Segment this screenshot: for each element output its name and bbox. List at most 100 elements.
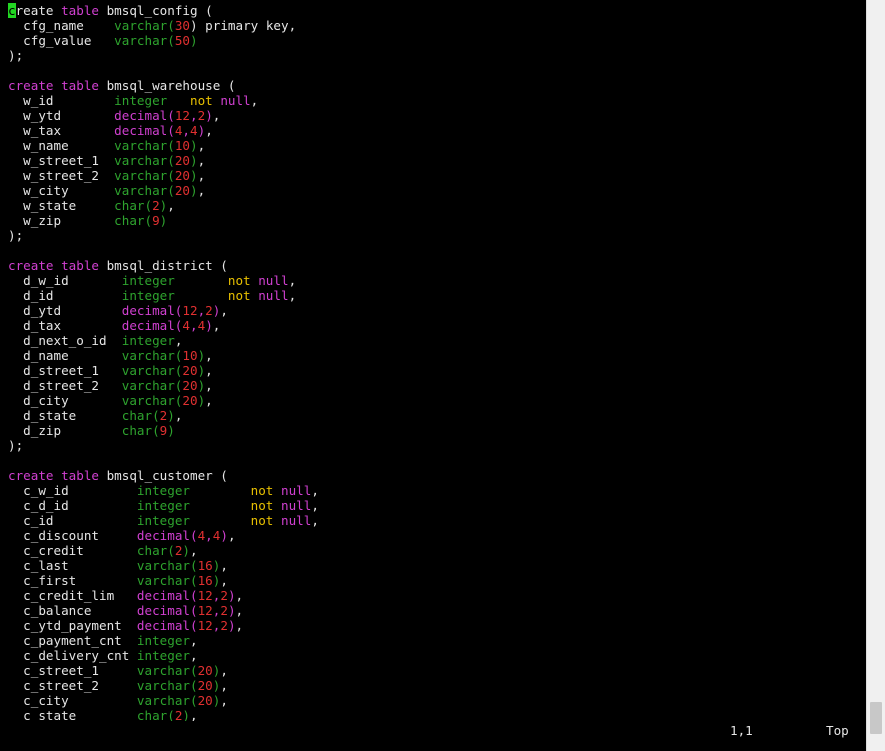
code-token: ) — [159, 213, 168, 228]
code-token: c_d_id — [8, 498, 137, 513]
code-token: reate — [15, 3, 62, 18]
code-line[interactable]: c_last varchar(16), — [8, 558, 864, 573]
code-line[interactable]: d_next_o_id integer, — [8, 333, 864, 348]
code-line[interactable]: ); — [8, 228, 864, 243]
code-line[interactable]: w_zip char(9) — [8, 213, 864, 228]
code-token: varchar( — [121, 393, 183, 408]
code-line[interactable]: d_street_2 varchar(20), — [8, 378, 864, 393]
code-line[interactable]: c_balance decimal(12,2), — [8, 603, 864, 618]
code-token: 12 — [197, 603, 213, 618]
code-line[interactable]: w_name varchar(10), — [8, 138, 864, 153]
code-line[interactable]: c_street_1 varchar(20), — [8, 663, 864, 678]
code-token: decimal( — [114, 108, 175, 123]
code-line[interactable]: c_state char(2), — [8, 708, 864, 721]
code-token: integer — [136, 483, 190, 498]
code-line[interactable]: w_tax decimal(4,4), — [8, 123, 864, 138]
code-token: d_w_id — [8, 273, 122, 288]
code-line[interactable]: c_first varchar(16), — [8, 573, 864, 588]
code-line[interactable]: d_zip char(9) — [8, 423, 864, 438]
code-line[interactable]: d_street_1 varchar(20), — [8, 363, 864, 378]
code-token: , — [220, 678, 228, 693]
code-token: , — [205, 363, 213, 378]
code-token: bmsql_config ( — [106, 3, 213, 18]
code-line[interactable]: c_credit char(2), — [8, 543, 864, 558]
code-line[interactable]: w_state char(2), — [8, 198, 864, 213]
code-token: , — [227, 528, 236, 543]
code-line[interactable]: c_d_id integer not null, — [8, 498, 864, 513]
code-line[interactable]: d_id integer not null, — [8, 288, 864, 303]
code-token: ) — [190, 33, 198, 48]
code-line[interactable]: create table bmsql_config ( — [8, 3, 864, 18]
code-line[interactable] — [8, 453, 864, 468]
code-token: integer — [121, 333, 175, 348]
code-token: not — [174, 288, 259, 303]
code-token: 4 — [190, 123, 198, 138]
vertical-scrollbar[interactable] — [866, 0, 885, 751]
code-token: create — [8, 468, 62, 483]
code-token: 20 — [197, 693, 213, 708]
code-line[interactable]: create table bmsql_customer ( — [8, 468, 864, 483]
code-token: 2 — [152, 198, 160, 213]
code-line[interactable]: create table bmsql_warehouse ( — [8, 78, 864, 93]
code-line[interactable]: w_city varchar(20), — [8, 183, 864, 198]
code-token: , — [190, 108, 198, 123]
code-line[interactable]: d_w_id integer not null, — [8, 273, 864, 288]
code-line[interactable] — [8, 243, 864, 258]
code-line[interactable]: w_ytd decimal(12,2), — [8, 108, 864, 123]
code-token: c_ytd_payment — [8, 618, 137, 633]
code-token: , — [235, 618, 244, 633]
vim-editor-buffer[interactable]: create table bmsql_config ( cfg_name var… — [8, 3, 864, 721]
code-token: varchar( — [136, 558, 198, 573]
code-line[interactable]: c_street_2 varchar(20), — [8, 678, 864, 693]
code-token: , — [205, 123, 213, 138]
code-token: bmsql_district ( — [106, 258, 228, 273]
code-line[interactable]: cfg_name varchar(30) primary key, — [8, 18, 864, 33]
code-token: varchar( — [121, 363, 183, 378]
code-token: c_last — [8, 558, 137, 573]
code-token: decimal( — [121, 318, 183, 333]
code-line[interactable]: create table bmsql_district ( — [8, 258, 864, 273]
code-token: decimal( — [136, 528, 198, 543]
code-token: 2 — [220, 603, 228, 618]
code-line[interactable]: c_w_id integer not null, — [8, 483, 864, 498]
code-line[interactable]: d_tax decimal(4,4), — [8, 318, 864, 333]
code-token: varchar( — [114, 33, 175, 48]
code-line[interactable]: c_delivery_cnt integer, — [8, 648, 864, 663]
code-token: 20 — [174, 153, 190, 168]
code-line[interactable]: ); — [8, 48, 864, 63]
code-token: varchar( — [114, 153, 175, 168]
code-line[interactable]: c_payment_cnt integer, — [8, 633, 864, 648]
code-token: d_street_2 — [8, 378, 122, 393]
code-line[interactable] — [8, 63, 864, 78]
code-token: 12 — [174, 108, 190, 123]
code-token: ) — [167, 408, 175, 423]
code-token: ) — [190, 138, 198, 153]
code-token: cfg_name — [8, 18, 115, 33]
code-token: bmsql_warehouse ( — [106, 78, 236, 93]
code-line[interactable]: w_id integer not null, — [8, 93, 864, 108]
code-line[interactable]: c_city varchar(20), — [8, 693, 864, 708]
code-token: varchar( — [136, 693, 198, 708]
code-line[interactable]: w_street_1 varchar(20), — [8, 153, 864, 168]
code-line[interactable]: c_ytd_payment decimal(12,2), — [8, 618, 864, 633]
code-line[interactable]: ); — [8, 438, 864, 453]
code-token: , — [174, 333, 183, 348]
code-token: 2 — [220, 618, 228, 633]
code-line[interactable]: c_credit_lim decimal(12,2), — [8, 588, 864, 603]
code-line[interactable]: d_name varchar(10), — [8, 348, 864, 363]
code-token: null — [258, 288, 289, 303]
scrollbar-thumb[interactable] — [870, 702, 882, 734]
code-token: 16 — [197, 558, 213, 573]
code-line[interactable]: d_city varchar(20), — [8, 393, 864, 408]
code-line[interactable]: w_street_2 varchar(20), — [8, 168, 864, 183]
code-token: 20 — [174, 168, 190, 183]
code-line[interactable]: c_discount decimal(4,4), — [8, 528, 864, 543]
code-token: 10 — [174, 138, 190, 153]
code-token: , — [190, 543, 198, 558]
code-line[interactable]: cfg_value varchar(50) — [8, 33, 864, 48]
code-line[interactable]: d_state char(2), — [8, 408, 864, 423]
code-line[interactable]: d_ytd decimal(12,2), — [8, 303, 864, 318]
terminal-window[interactable]: create table bmsql_config ( cfg_name var… — [0, 0, 885, 751]
code-line[interactable]: c_id integer not null, — [8, 513, 864, 528]
code-token: varchar( — [114, 138, 175, 153]
